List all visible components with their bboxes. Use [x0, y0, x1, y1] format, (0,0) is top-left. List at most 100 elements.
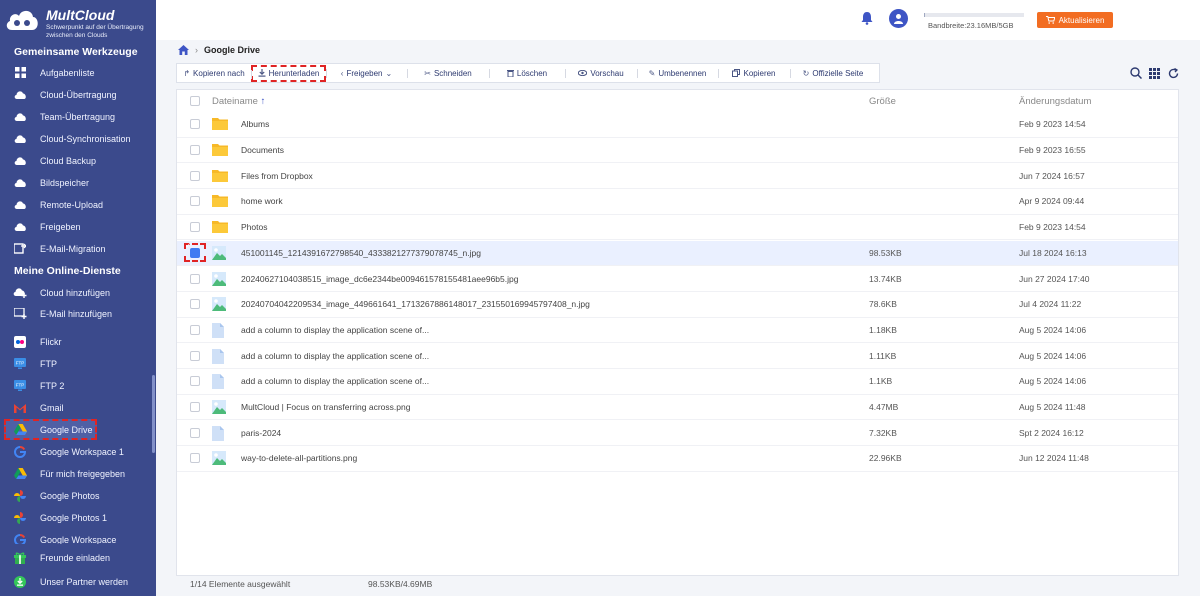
sidebar-item-flickr[interactable]: Flickr [0, 331, 152, 352]
copy-to-button[interactable]: ↱ Kopieren nach [177, 64, 251, 82]
official-site-button[interactable]: ↻ Offizielle Seite [790, 64, 876, 82]
sidebar-item-google-drive[interactable]: Google Drive [4, 419, 97, 440]
col-name-header[interactable]: Dateiname ↑ [212, 96, 265, 107]
folder-icon [212, 220, 228, 234]
table-row[interactable]: add a column to display the application … [177, 369, 1178, 395]
sidebar-item-google-photos-1[interactable]: Google Photos 1 [0, 507, 152, 528]
table-row[interactable]: paris-2024 7.32KB Spt 2 2024 16:12 [177, 420, 1178, 447]
table-row[interactable]: add a column to display the application … [177, 343, 1178, 369]
row-checkbox[interactable] [184, 423, 206, 442]
file-name[interactable]: Albums [241, 119, 269, 129]
table-row[interactable]: Documents Feb 9 2023 16:55 [177, 138, 1178, 164]
table-row[interactable]: Photos Feb 9 2023 14:54 [177, 215, 1178, 241]
sidebar-scrollbar[interactable] [152, 375, 155, 453]
copy-to-icon: ↱ [183, 68, 191, 78]
sidebar-item-share[interactable]: Freigeben [0, 216, 152, 237]
col-size-header[interactable]: Größe [869, 96, 896, 107]
sidebar-item-invite-friends[interactable]: Freunde einladen [0, 547, 152, 568]
row-checkbox[interactable] [184, 372, 206, 391]
refresh-icon[interactable] [1166, 66, 1180, 80]
table-row[interactable]: Albums Feb 9 2023 14:54 [177, 112, 1178, 138]
invite-friends-icon [13, 551, 27, 565]
file-name[interactable]: Files from Dropbox [241, 171, 313, 181]
download-button[interactable]: Herunterladen [251, 64, 326, 82]
sidebar-item-google-workspace-1[interactable]: Google Workspace 1 [0, 441, 152, 462]
table-row[interactable]: 451001145_1214391672798540_4333821277379… [177, 240, 1178, 267]
sidebar-item-shared-with-me[interactable]: Für mich freigegeben [0, 463, 152, 484]
file-name[interactable]: add a column to display the application … [241, 376, 429, 386]
row-checkbox[interactable] [184, 269, 206, 288]
app-logo[interactable]: MultCloud Schwerpunkt auf der Übertragun… [4, 4, 154, 46]
sidebar-item-google-photos[interactable]: Google Photos [0, 485, 152, 506]
upgrade-label: Aktualisieren [1058, 15, 1105, 25]
sidebar-item-image-saver[interactable]: Bildspeicher [0, 172, 152, 193]
sidebar-item-email-migration[interactable]: E-Mail-Migration [0, 238, 152, 259]
copy-button[interactable]: Kopieren [718, 64, 790, 82]
search-icon[interactable] [1129, 66, 1143, 80]
sidebar-item-gmail[interactable]: Gmail [0, 397, 152, 418]
file-name[interactable]: home work [241, 196, 283, 206]
sidebar-item-cloud-sync[interactable]: Cloud-Synchronisation [0, 128, 152, 149]
file-name[interactable]: add a column to display the application … [241, 351, 429, 361]
sidebar-item-add-email[interactable]: E-Mail hinzufügen [0, 303, 152, 324]
avatar[interactable] [889, 9, 908, 28]
file-name[interactable]: add a column to display the application … [241, 325, 429, 335]
sidebar-item-cloud-backup[interactable]: Cloud Backup [0, 150, 152, 171]
file-name[interactable]: 20240627104038515_image_dc6e2344be009461… [241, 274, 518, 284]
table-row[interactable]: 20240704042209534_image_449661641_171326… [177, 292, 1178, 318]
sidebar-item-add-cloud[interactable]: Cloud hinzufügen [0, 282, 152, 303]
row-checkbox[interactable] [184, 449, 206, 468]
row-checkbox[interactable] [184, 320, 206, 339]
col-date-header[interactable]: Änderungsdatum [1019, 96, 1091, 107]
file-name[interactable]: Photos [241, 222, 267, 232]
select-all-checkbox[interactable] [184, 92, 206, 111]
svg-text:FTP: FTP [16, 382, 25, 387]
upgrade-button[interactable]: Aktualisieren [1037, 12, 1113, 28]
delete-button[interactable]: Löschen [489, 64, 565, 82]
row-checkbox[interactable] [184, 398, 206, 417]
file-size: 1.18KB [869, 324, 897, 335]
file-name[interactable]: paris-2024 [241, 428, 281, 438]
row-checkbox[interactable] [184, 218, 206, 237]
preview-button[interactable]: Vorschau [565, 64, 637, 82]
sidebar-item-team-transfer[interactable]: Team-Übertragung [0, 106, 152, 127]
cut-button[interactable]: ✂ Schneiden [407, 64, 489, 82]
table-row[interactable]: add a column to display the application … [177, 318, 1178, 344]
file-size: 1.1KB [869, 376, 893, 387]
file-name[interactable]: 20240704042209534_image_449661641_171326… [241, 299, 590, 309]
row-checkbox[interactable] [184, 166, 206, 185]
sidebar-item-task-list[interactable]: Aufgabenliste [0, 62, 152, 83]
table-row[interactable]: MultCloud | Focus on transferring across… [177, 395, 1178, 421]
share-button[interactable]: ‹ Freigeben ⌄ [326, 64, 407, 82]
file-name[interactable]: Documents [241, 145, 284, 155]
table-row[interactable]: 20240627104038515_image_dc6e2344be009461… [177, 266, 1178, 292]
row-checkbox[interactable] [184, 346, 206, 365]
gmail-icon [13, 401, 27, 415]
table-row[interactable]: way-to-delete-all-partitions.png 22.96KB J… [177, 446, 1178, 472]
table-row[interactable]: Files from Dropbox Jun 7 2024 16:57 [177, 163, 1178, 190]
bell-icon[interactable] [861, 11, 873, 27]
breadcrumb-current[interactable]: Google Drive [204, 45, 260, 55]
sidebar-item-cloud-transfer[interactable]: Cloud-Übertragung [0, 84, 152, 105]
file-name[interactable]: 451001145_1214391672798540_4333821277379… [241, 248, 481, 258]
file-date: Apr 9 2024 09:44 [1019, 196, 1085, 207]
row-checkbox[interactable] [184, 115, 206, 134]
rename-label: Umbenennen [658, 68, 707, 78]
file-name[interactable]: way-to-delete-all-partitions.png [241, 453, 357, 463]
sidebar-item-label: E-Mail hinzufügen [40, 308, 113, 319]
row-checkbox[interactable] [184, 243, 206, 263]
file-name[interactable]: MultCloud | Focus on transferring across… [241, 402, 410, 412]
row-checkbox[interactable] [184, 141, 206, 160]
table-row[interactable]: home work Apr 9 2024 09:44 [177, 189, 1178, 215]
row-checkbox[interactable] [184, 192, 206, 211]
row-checkbox[interactable] [184, 295, 206, 314]
sidebar-item-become-partner[interactable]: Unser Partner werden [0, 571, 152, 592]
grid-view-icon[interactable] [1147, 66, 1161, 80]
sidebar-item-label: Cloud hinzufügen [40, 287, 111, 298]
rename-button[interactable]: ✎ Umbenennen [637, 64, 718, 82]
sidebar-item-remote-upload[interactable]: Remote-Upload [0, 194, 152, 215]
sidebar-item-ftp-2[interactable]: FTP FTP 2 [0, 375, 152, 396]
home-icon[interactable] [178, 45, 189, 55]
table-header: Dateiname ↑ Größe Änderungsdatum [177, 90, 1178, 112]
sidebar-item-ftp[interactable]: FTP FTP [0, 353, 152, 374]
